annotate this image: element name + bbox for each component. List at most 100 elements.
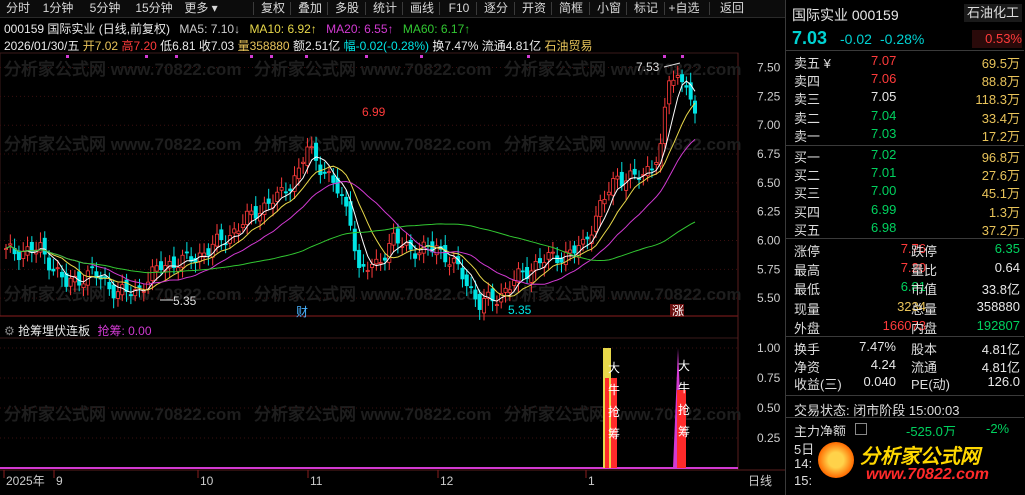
time-axis-label: 1 [588,474,595,488]
stat-value: 0.64 [994,260,1020,276]
stat-label: 流通 [911,359,938,375]
indicator-tick-label: 0.25 [757,431,781,445]
price-tick-label: 7.25 [757,89,781,103]
signal-dot [305,55,308,58]
watermark-text: 分析家公式网 www.70822.com [504,134,741,154]
candle-body [240,224,245,229]
indicator-label-char-a: 筹 [608,427,620,441]
watermark-text: 分析家公式网 www.70822.com [4,404,241,424]
candle-body [654,161,659,165]
watermark-text: 分析家公式网 www.70822.com [254,59,491,79]
candle-body [249,210,254,216]
candle-body [305,146,310,166]
candlestick-chart[interactable]: 7.50 7.25 7.00 6.75 6.50 6.25 6.00 5.75 5.50 分析家公… [0,0,785,495]
indicator-title[interactable]: 抢筹埋伏连板 [18,324,90,338]
candle-body [128,294,133,297]
stat-value: 33.8亿 [981,282,1020,298]
candle-body [671,79,676,86]
candle-body [382,257,387,261]
indicator-tick-label: 0.50 [757,401,781,415]
candle-body [176,267,181,272]
stat-label: 涨停 [794,244,821,259]
indicator-gear-icon[interactable]: ⚙ [4,324,15,338]
candle-body [38,242,43,253]
candle-body [322,171,327,174]
signal-dot [527,55,530,58]
indicator-value: 抢筹: 0.00 [97,324,152,338]
candle-body [232,228,237,234]
candle-body [137,285,142,288]
watermark-text: 分析家公式网 www.70822.com [254,134,491,154]
indicator-label-char-a: 牛 [608,382,620,397]
stat-label: 现量 [794,301,821,317]
price-tick-label: 5.75 [757,262,781,276]
bid-level-label: 买五 [794,222,821,238]
quote-panel: 国际实业 000159 石油化工 7.03 -0.02 -0.28% 0.53% 卖五 ¥ 7… [785,0,1025,495]
stat-label: 最高 [794,263,821,279]
candle-body [326,171,331,174]
candle-body [275,191,280,202]
indicator-label-char-a: 抢 [608,404,620,419]
candle-body [374,258,379,265]
signal-dot [250,55,253,58]
stat-value: 0.040 [863,374,896,389]
candle-body [120,284,125,296]
candle-body [581,238,586,245]
candle-body [611,178,616,196]
bid-price: 7.02 [871,147,897,162]
candle-body [520,270,525,273]
stat-label: 市值 [911,282,938,298]
bid-level-label: 买一 [794,150,821,165]
candle-body [568,249,573,254]
candle-body [481,298,486,314]
candle-body [464,274,469,287]
main-net-list-icon[interactable] [855,423,867,435]
stat-value: 358880 [976,298,1020,314]
candle-body [516,268,521,283]
ask-price: 7.04 [871,107,897,123]
candle-body [64,273,69,287]
candle-body [59,271,64,278]
candle-body [680,74,685,83]
candle-body [103,276,108,279]
ask-level-label: 卖二 [794,110,821,126]
separator [786,145,1024,146]
signal-dot [681,55,684,58]
candle-body [4,248,9,250]
candle-body [253,206,258,219]
ask-volume: 118.3万 [975,92,1020,108]
stat-label: PE(动) [911,377,951,392]
candle-body [180,254,185,268]
bid-volume: 1.3万 [988,204,1020,220]
sector-button[interactable]: 石油化工 [964,4,1022,22]
candle-body [51,268,56,272]
candle-body [684,85,689,88]
stat-label: 最低 [794,282,821,298]
bid-volume: 96.8万 [981,150,1020,165]
brand-name: 分析家公式网 [860,446,980,468]
stat-value: 4.24 [870,356,896,372]
price-tick-label: 6.75 [757,147,781,161]
separator [786,238,1024,239]
candle-body [150,266,155,281]
stat-label: 内盘 [911,320,938,336]
candle-body [301,161,306,164]
watermark-text: 分析家公式网 www.70822.com [254,404,491,424]
stat-value: 7.47% [859,339,896,354]
candle-body [632,168,637,175]
separator [786,417,1024,418]
price-tick-label: 6.50 [757,176,781,190]
candle-body [219,229,224,241]
candle-body [503,287,508,293]
signal-dot [145,55,148,58]
brand-logo-icon [818,442,854,478]
time-axis-label: 12 [440,474,454,488]
candle-body [283,191,288,194]
candle-body [245,210,250,226]
low-annotation-mid: 5.35 [508,303,532,317]
candle-body [90,266,95,269]
candle-body [512,280,517,286]
ask-volume: 88.8万 [981,74,1020,90]
candle-body [628,170,633,180]
stat-label: 净资 [794,359,821,375]
